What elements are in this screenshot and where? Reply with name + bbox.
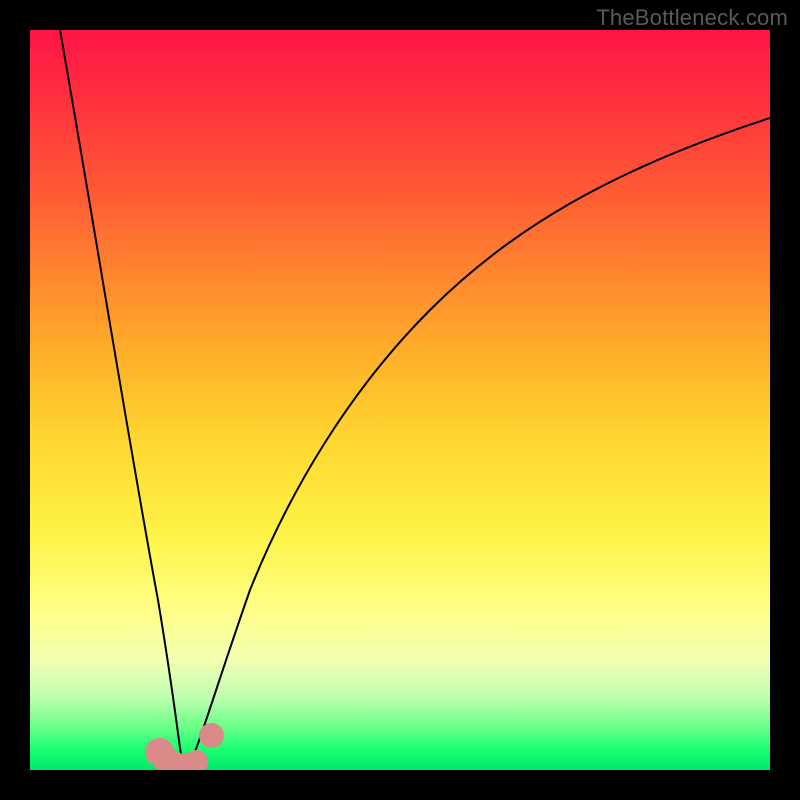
attribution-text: TheBottleneck.com: [596, 5, 788, 31]
plot-area: [30, 30, 770, 770]
marker-dot: [199, 723, 224, 748]
chart-frame: TheBottleneck.com: [0, 0, 800, 800]
marker-dot: [184, 750, 208, 770]
marker-layer: [30, 30, 770, 770]
